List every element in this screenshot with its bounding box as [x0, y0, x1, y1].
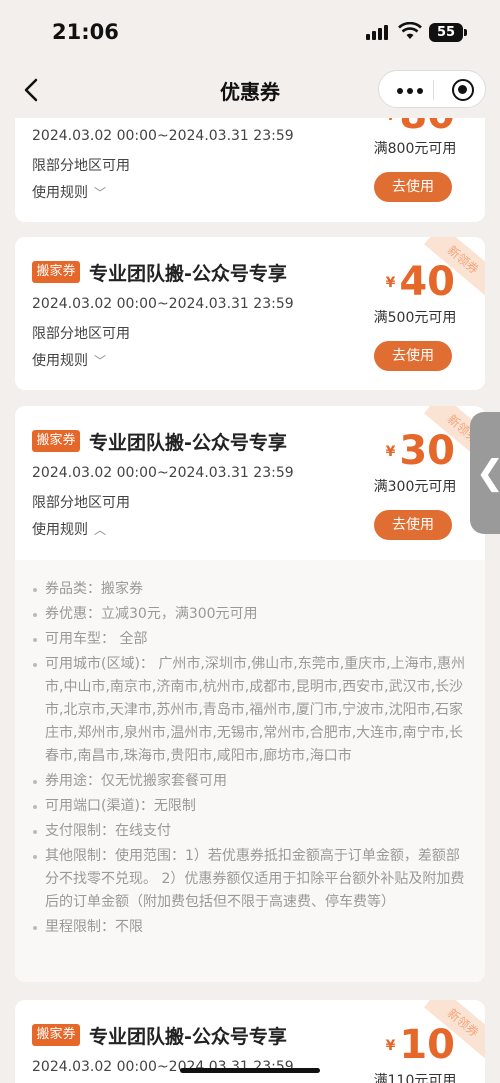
- coupon-date: 2024.03.02 00:00~2024.03.31 23:59: [32, 465, 294, 481]
- coupon-condition: 满300元可用: [373, 479, 457, 495]
- coupon-tag: 搬家券: [32, 430, 80, 452]
- use-button[interactable]: 去使用: [374, 341, 452, 371]
- side-collapse-tab[interactable]: ❮: [470, 412, 500, 534]
- close-target-icon[interactable]: [452, 79, 474, 101]
- detail-item: 券品类：搬家券: [33, 578, 471, 601]
- coupon-amount: ¥40: [385, 259, 455, 305]
- rules-label: 使用规则: [32, 185, 88, 201]
- status-bar: 21:06 55: [0, 0, 500, 62]
- battery-icon: 55: [429, 23, 467, 42]
- rules-detail: 券品类：搬家券 券优惠：立减30元，满300元可用 可用车型： 全部 可用城市(…: [15, 578, 485, 978]
- signal-icon: [366, 25, 388, 40]
- coupon-area: 限部分地区可用: [32, 326, 130, 342]
- more-icon[interactable]: [397, 88, 423, 94]
- rules-toggle[interactable]: 使用规则 ﹀: [32, 182, 106, 202]
- rules-toggle[interactable]: 使用规则 ︿: [32, 519, 106, 539]
- rules-label: 使用规则: [32, 522, 88, 538]
- capsule-divider: [433, 80, 434, 100]
- coupon-area: 限部分地区可用: [32, 495, 130, 511]
- mini-program-capsule: [378, 70, 486, 108]
- use-button[interactable]: 去使用: [374, 510, 452, 540]
- status-time: 21:06: [52, 20, 119, 44]
- coupon-date: 2024.03.02 00:00~2024.03.31 23:59: [32, 128, 294, 144]
- coupon-tag: 搬家券: [32, 1024, 80, 1046]
- coupon-amount: ¥10: [385, 1022, 455, 1068]
- detail-item: 可用城市(区域)： 广州市,深圳市,佛山市,东莞市,重庆市,上海市,惠州市,中山…: [33, 653, 471, 768]
- coupon-title: 专业团队搬-公众号专享: [89, 263, 287, 285]
- coupon-condition: 满800元可用: [373, 141, 457, 157]
- coupon-condition: 满110元可用: [373, 1073, 457, 1083]
- detail-item: 里程限制：不限: [33, 916, 471, 939]
- wifi-icon: [398, 22, 422, 39]
- coupon-tag: 搬家券: [32, 261, 80, 283]
- coupon-date: 2024.03.02 00:00~2024.03.31 23:59: [32, 296, 294, 312]
- coupon-area: 限部分地区可用: [32, 158, 130, 174]
- chevron-down-icon: ﹀: [94, 354, 107, 368]
- chevron-up-icon: ︿: [94, 523, 107, 537]
- detail-item: 券优惠：立减30元，满300元可用: [33, 603, 471, 626]
- detail-item: 其他限制：使用范围：1）若优惠券抵扣金额高于订单金额，差额部分不找零不兑现。 2…: [33, 845, 471, 914]
- detail-item: 支付限制：在线支付: [33, 820, 471, 843]
- detail-item: 可用端口(渠道)：无限制: [33, 795, 471, 818]
- home-indicator: [180, 1068, 320, 1073]
- coupon-condition: 满500元可用: [373, 310, 457, 326]
- rules-label: 使用规则: [32, 353, 88, 369]
- rules-toggle[interactable]: 使用规则 ﹀: [32, 350, 106, 370]
- detail-item: 可用车型： 全部: [33, 628, 471, 651]
- detail-item: 券用途：仅无忧搬家套餐可用: [33, 770, 471, 793]
- chevron-down-icon: ﹀: [94, 186, 107, 200]
- coupon-title: 专业团队搬-公众号专享: [89, 1026, 287, 1048]
- coupon-card: 新领券 搬家券 专业团队搬-公众号专享 2024.03.02 00:00~202…: [15, 237, 485, 390]
- coupon-amount: ¥30: [385, 428, 455, 474]
- use-button[interactable]: 去使用: [374, 172, 452, 202]
- coupon-title: 专业团队搬-公众号专享: [89, 432, 287, 454]
- nav-bar: 优惠券: [0, 62, 500, 118]
